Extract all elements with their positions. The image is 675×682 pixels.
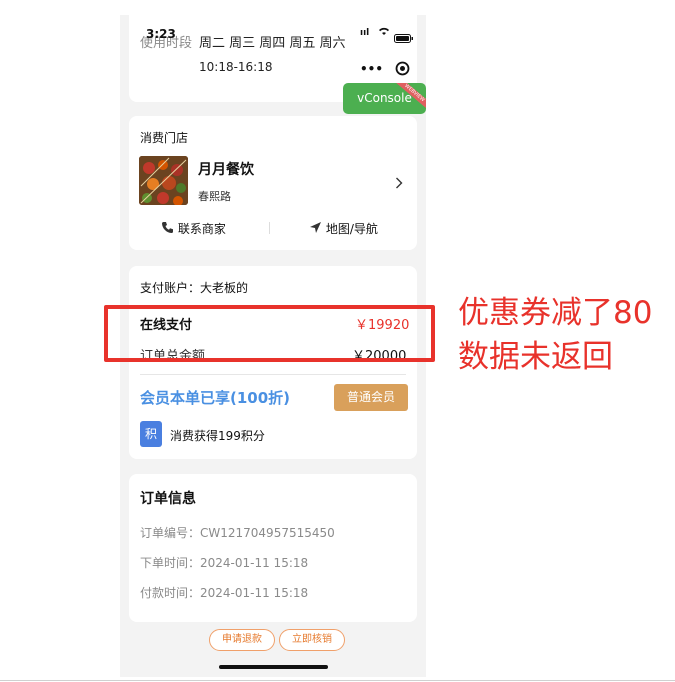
signal-icon: ııl	[360, 28, 370, 38]
wifi-icon	[378, 26, 390, 39]
close-miniprogram-icon[interactable]	[395, 61, 410, 80]
points-icon-glyph: 积	[144, 427, 157, 441]
map-navigation-label: 地图/导航	[325, 222, 378, 236]
chevron-right-icon[interactable]	[395, 174, 403, 193]
verify-now-label: 立即核销	[292, 634, 332, 645]
status-time: 3:23	[146, 27, 176, 41]
usage-days: 周二 周三 周四 周五 周六	[199, 36, 346, 51]
vconsole-label: vConsole	[357, 91, 412, 105]
member-discount-text: 会员本单已享(100折)	[140, 389, 291, 407]
navigation-arrow-icon	[309, 221, 322, 237]
divider-vertical	[269, 222, 270, 234]
phone-icon	[161, 221, 174, 237]
order-number: 订单编号：CW121704957515450	[140, 526, 335, 540]
bottom-edge-line	[0, 680, 675, 681]
store-address: 春熙路	[198, 190, 231, 203]
store-section-label: 消费门店	[140, 131, 189, 145]
order-paid-time: 付款时间：2024-01-11 15:18	[140, 586, 309, 600]
member-level-badge[interactable]: 普通会员	[334, 384, 408, 411]
more-menu-icon[interactable]: •••	[360, 62, 383, 76]
order-created-time: 下单时间：2024-01-11 15:18	[140, 556, 309, 570]
points-icon: 积	[140, 421, 162, 447]
apply-refund-label: 申请退款	[222, 634, 262, 645]
member-level-label: 普通会员	[346, 390, 395, 404]
contact-merchant-button[interactable]: 联系商家	[161, 220, 226, 237]
annotation-highlight-box	[104, 305, 435, 362]
annotation-line-2: 数据未返回	[458, 339, 613, 375]
points-text: 消费获得199积分	[170, 429, 265, 443]
usage-hours: 10:18-16:18	[199, 60, 273, 74]
order-info-title: 订单信息	[140, 491, 196, 507]
order-info-card: 订单信息 订单编号：CW121704957515450 下单时间：2024-01…	[129, 474, 417, 622]
store-card: 消费门店 月月餐饮 春熙路 联系商家 地图/导航	[129, 116, 417, 250]
payment-card: 支付账户：大老板的 在线支付 ￥19920 订单总金额 ￥20000 会员本单已…	[129, 266, 417, 459]
map-navigation-button[interactable]: 地图/导航	[309, 220, 378, 237]
verify-now-button[interactable]: 立即核销	[279, 629, 345, 651]
apply-refund-button[interactable]: 申请退款	[209, 629, 275, 651]
annotation-line-1: 优惠券减了80	[458, 295, 653, 331]
vconsole-button[interactable]: vConsole WEBVIEW	[343, 83, 426, 114]
store-name: 月月餐饮	[198, 162, 254, 178]
home-indicator	[219, 665, 328, 669]
store-thumbnail	[139, 156, 188, 205]
contact-merchant-label: 联系商家	[177, 222, 226, 236]
divider	[140, 374, 406, 375]
battery-icon	[394, 28, 414, 47]
payment-account: 支付账户：大老板的	[140, 281, 249, 295]
